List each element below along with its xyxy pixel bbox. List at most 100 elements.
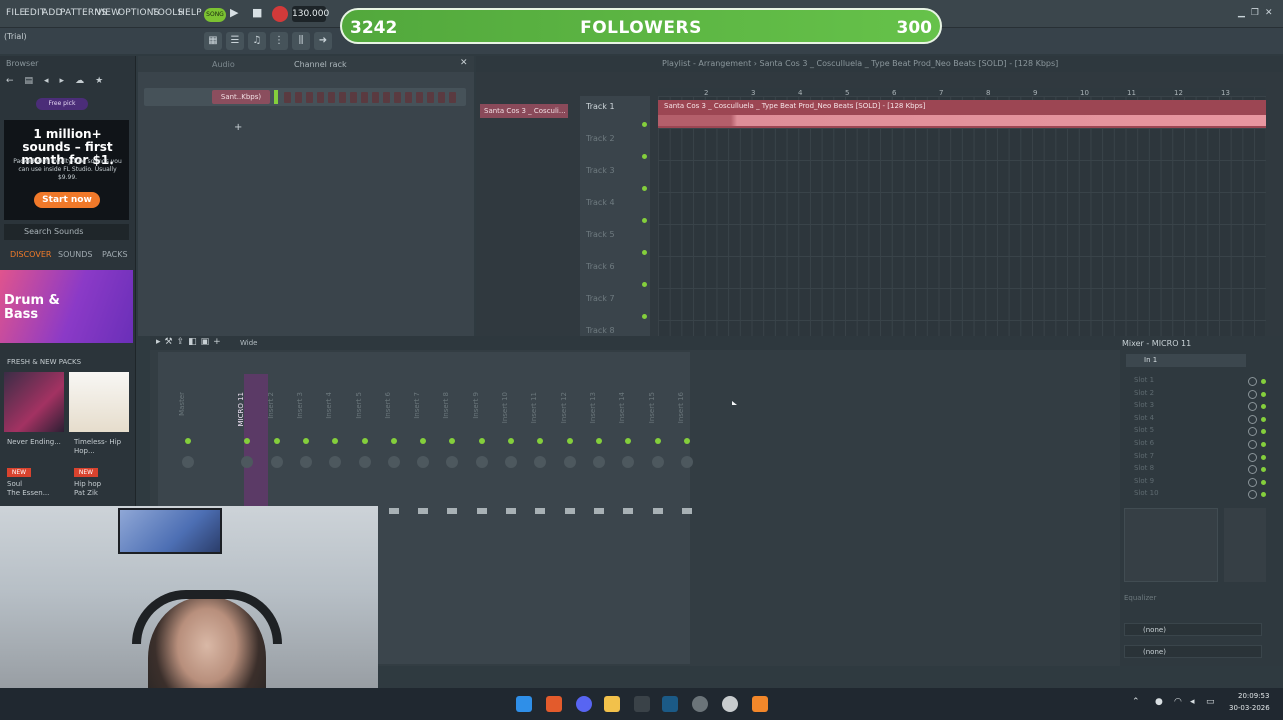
window-controls[interactable]: ▁❐✕	[1238, 8, 1279, 18]
slot-enable-led[interactable]	[1261, 379, 1266, 384]
effect-slot[interactable]: Slot 7	[1134, 452, 1154, 460]
track-label[interactable]: Track 7	[586, 294, 615, 303]
track-label[interactable]: Track 2	[586, 134, 615, 143]
pack-cover-2[interactable]	[69, 372, 129, 432]
mixer-strip-led[interactable]	[625, 438, 632, 444]
slot-enable-led[interactable]	[1261, 467, 1266, 473]
terminal-icon[interactable]	[634, 696, 650, 712]
track-label[interactable]: Track 3	[586, 166, 615, 175]
slot-mix-knob[interactable]	[1248, 465, 1257, 475]
tab-packs[interactable]: PACKS	[102, 250, 128, 259]
volume-fader[interactable]	[388, 508, 399, 514]
menu-view[interactable]: VIEW	[96, 8, 120, 18]
pan-knob[interactable]	[651, 456, 664, 468]
mixer-strip[interactable]: Insert 14	[614, 358, 642, 658]
mixer-strip-led[interactable]	[683, 438, 690, 444]
song-mode-toggle[interactable]: SONG	[204, 8, 226, 22]
search-sounds-input[interactable]: Search Sounds	[4, 224, 129, 240]
tempo-display[interactable]: 130.000	[292, 6, 329, 22]
channel-name-button[interactable]: Sant..Kbps)	[212, 90, 270, 104]
step-button[interactable]	[372, 92, 379, 103]
step-button[interactable]	[405, 92, 412, 103]
track-mute-led[interactable]	[642, 282, 647, 287]
pan-knob[interactable]	[592, 456, 605, 468]
track-mute-led[interactable]	[642, 186, 647, 191]
mixer-strip-led[interactable]	[244, 438, 251, 444]
mixer-strip-led[interactable]	[478, 438, 485, 444]
track-mute-led[interactable]	[642, 154, 647, 159]
free-pick-badge[interactable]: Free pick	[36, 98, 88, 110]
slot-enable-led[interactable]	[1261, 429, 1266, 435]
genre-banner[interactable]: Drum & Bass	[0, 270, 133, 343]
menu-file[interactable]: FILE	[6, 8, 25, 18]
mixer-strip-led[interactable]	[449, 438, 456, 444]
slot-enable-led[interactable]	[1261, 391, 1266, 397]
slot-mix-knob[interactable]	[1248, 402, 1257, 412]
playlist-icon[interactable]: ☰	[226, 32, 244, 50]
mixer-layout-label[interactable]: Wide	[240, 339, 257, 347]
slot-mix-knob[interactable]	[1248, 377, 1257, 386]
track-mute-led[interactable]	[642, 218, 647, 223]
slot-enable-led[interactable]	[1261, 416, 1266, 422]
pan-knob[interactable]	[622, 456, 635, 468]
track-mute-led[interactable]	[642, 314, 647, 319]
mixer-strip[interactable]: Insert 11	[526, 358, 554, 658]
effect-slot[interactable]: Slot 6	[1134, 439, 1154, 447]
discord-icon[interactable]	[576, 696, 592, 712]
mixer-strip-led[interactable]	[566, 438, 573, 444]
pan-knob[interactable]	[270, 456, 283, 468]
close-icon[interactable]: ✕	[460, 58, 468, 68]
slot-enable-led[interactable]	[1261, 454, 1266, 460]
file-explorer-icon[interactable]	[604, 696, 620, 712]
pack-name-1[interactable]: Never Ending...	[7, 438, 62, 447]
step-button[interactable]	[339, 92, 346, 103]
mixer-icon[interactable]: ⫼	[292, 32, 310, 50]
start-now-button[interactable]: Start now	[34, 192, 100, 208]
clock-date[interactable]: 30-03-2026	[1229, 704, 1270, 712]
slot-mix-knob[interactable]	[1248, 490, 1257, 500]
step-button[interactable]	[449, 92, 456, 103]
audio-filter[interactable]: Audio	[212, 60, 235, 69]
pan-knob[interactable]	[505, 456, 517, 468]
track-label[interactable]: Track 6	[586, 262, 615, 271]
track-mute-led[interactable]	[642, 122, 647, 127]
mixer-strip-led[interactable]	[595, 438, 602, 444]
effect-slot[interactable]: Slot 5	[1134, 426, 1154, 434]
slot-mix-knob[interactable]	[1248, 427, 1257, 437]
pan-knob[interactable]	[680, 456, 693, 468]
pan-knob[interactable]	[446, 456, 459, 468]
mixer-strip[interactable]: Insert 6	[380, 358, 408, 658]
brave-icon[interactable]	[546, 696, 562, 712]
step-button[interactable]	[350, 92, 357, 103]
fl-studio-icon[interactable]	[752, 696, 768, 712]
effect-slot[interactable]: Slot 3	[1134, 401, 1154, 409]
slot-mix-knob[interactable]	[1248, 477, 1257, 487]
slot-enable-led[interactable]	[1261, 404, 1266, 410]
slot-enable-led[interactable]	[1261, 442, 1266, 447]
stop-icon[interactable]: ■	[252, 6, 262, 19]
tab-sounds[interactable]: SOUNDS	[58, 250, 92, 259]
mixer-strip-led[interactable]	[390, 438, 397, 444]
step-button[interactable]	[361, 92, 368, 103]
clip-source-button[interactable]: Santa Cos 3 _ Cosculi...	[480, 104, 568, 118]
clock-time[interactable]: 20:09:53	[1238, 692, 1269, 700]
volume-fader[interactable]	[476, 508, 487, 514]
step-button[interactable]	[416, 92, 423, 103]
pan-knob[interactable]	[417, 456, 430, 468]
mixer-strip-led[interactable]	[361, 438, 368, 444]
microphone-icon[interactable]: ●	[1155, 697, 1163, 707]
mixer-strip[interactable]: Insert 8	[438, 358, 466, 658]
pan-knob[interactable]	[563, 456, 576, 468]
pan-knob[interactable]	[387, 456, 400, 468]
pan-knob[interactable]	[534, 456, 547, 468]
settings-icon[interactable]	[692, 696, 708, 712]
step-button[interactable]	[284, 92, 291, 103]
playlist-grid[interactable]	[658, 96, 1266, 336]
slot-mix-knob[interactable]	[1248, 414, 1257, 424]
windows-start-icon[interactable]	[516, 696, 532, 712]
eq-display[interactable]	[1124, 508, 1218, 582]
mixer-strip[interactable]: Insert 7	[409, 358, 437, 658]
mixer-strip[interactable]: Insert 13	[585, 358, 613, 658]
steam-icon[interactable]	[662, 696, 678, 712]
volume-fader[interactable]	[535, 508, 546, 514]
